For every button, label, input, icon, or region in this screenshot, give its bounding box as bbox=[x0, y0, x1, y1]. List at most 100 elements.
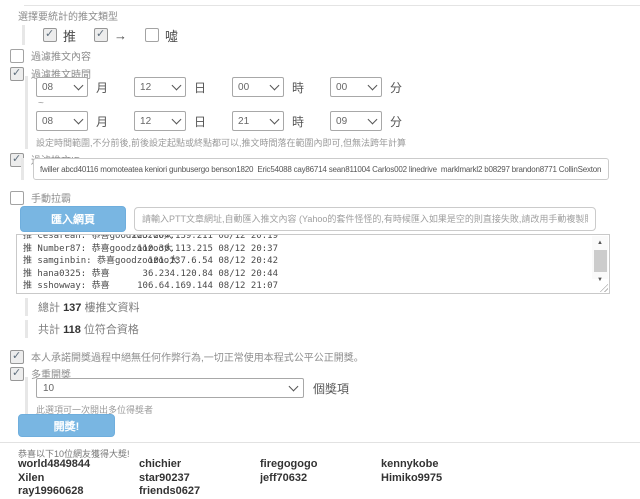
winner-name: firegogogo bbox=[260, 458, 381, 472]
winner-name: Himiko9975 bbox=[381, 472, 502, 486]
winner-name: star90237 bbox=[139, 472, 260, 486]
push-line: 推 Cesarean: 恭喜goodzoozoo大 123.204.139.21… bbox=[23, 234, 587, 243]
push-content-textarea[interactable]: 推 Cesarean: 恭喜goodzoozoo大 123.204.139.21… bbox=[16, 234, 610, 294]
chevron-down-icon bbox=[172, 81, 182, 91]
total-suffix: 樓推文資料 bbox=[84, 302, 139, 314]
prize-count-select[interactable]: 10 bbox=[36, 378, 304, 398]
start-day-value: 12 bbox=[140, 82, 151, 93]
push-line: 推 samginbin: 恭喜goodzoozoo大 101.137.6.54 … bbox=[23, 255, 587, 268]
time-end-row: 08 月 12 日 21 時 09 分 bbox=[36, 110, 516, 132]
pledge-label: 本人承諾開獎過程中絕無任何作弊行為,一切正常使用本程式公平公正開獎。 bbox=[31, 349, 364, 364]
top-divider bbox=[24, 5, 640, 6]
chevron-down-icon bbox=[74, 81, 84, 91]
multi-draw-block: 10 個獎項 此選項可一次開出多位得獎者 bbox=[25, 377, 456, 416]
push-type-section-title: 選擇要統計的推文類型 bbox=[18, 8, 118, 23]
arrow-checkbox[interactable] bbox=[94, 28, 108, 42]
chevron-down-icon bbox=[368, 115, 378, 125]
winner-name: kennykobe bbox=[381, 458, 502, 472]
import-webpage-button[interactable]: 匯入網頁 bbox=[20, 206, 126, 232]
chevron-down-icon bbox=[368, 81, 378, 91]
boo-checkbox[interactable] bbox=[145, 28, 159, 42]
push-line: 推 sshowway: 恭喜 106.64.169.144 08/12 21:0… bbox=[23, 280, 587, 293]
end-day-value: 12 bbox=[140, 116, 151, 127]
push-type-option: 噓 bbox=[145, 26, 178, 45]
time-start-row: 08 月 12 日 00 時 00 分 bbox=[36, 76, 516, 98]
pledge-row: 本人承諾開獎過程中絕無任何作弊行為,一切正常使用本程式公平公正開獎。 bbox=[10, 349, 364, 364]
chevron-down-icon bbox=[172, 115, 182, 125]
push-line-meta: 101.137.6.54 08/12 20:42 bbox=[23, 255, 278, 268]
end-minute-value: 09 bbox=[336, 116, 347, 127]
import-row: 匯入網頁 bbox=[20, 206, 596, 232]
winner-name: ray19960628 bbox=[18, 485, 139, 499]
push-line-meta: 110.30.113.215 08/12 20:37 bbox=[23, 243, 278, 256]
manual-slot-row: 手動拉霸 bbox=[10, 190, 71, 205]
start-month-value: 08 bbox=[42, 82, 53, 93]
push-line-meta: 123.204.139.211 08/12 20:19 bbox=[23, 234, 278, 243]
chevron-down-icon bbox=[270, 115, 280, 125]
push-checkbox[interactable] bbox=[43, 28, 57, 42]
scrollbar-down-arrow-icon[interactable]: ▼ bbox=[594, 275, 606, 286]
push-line: 推 Number87: 恭喜goodzoozoo大 110.30.113.215… bbox=[23, 243, 587, 256]
id-filter-block bbox=[21, 158, 609, 180]
end-month-select[interactable]: 08 bbox=[36, 111, 88, 131]
arrow-checkbox-label: → bbox=[114, 28, 127, 43]
push-lines: 推 Cesarean: 恭喜goodzoozoo大 123.204.139.21… bbox=[23, 234, 587, 293]
manual-slot-checkbox[interactable] bbox=[10, 191, 24, 205]
qualified-count: 118 bbox=[63, 324, 81, 336]
day-unit-label: 日 bbox=[194, 113, 206, 130]
filter-time-checkbox[interactable] bbox=[10, 67, 24, 81]
push-type-option: → bbox=[94, 28, 127, 43]
draw-button[interactable]: 開獎! bbox=[18, 414, 115, 437]
winner-name: world4849844 bbox=[18, 458, 139, 472]
month-unit-label: 月 bbox=[96, 113, 108, 130]
start-month-select[interactable]: 08 bbox=[36, 77, 88, 97]
start-hour-value: 00 bbox=[238, 82, 249, 93]
push-line-meta: 106.64.169.144 08/12 21:07 bbox=[23, 280, 278, 293]
day-unit-label: 日 bbox=[194, 79, 206, 96]
ptt-url-input[interactable] bbox=[134, 207, 596, 231]
prize-count-unit-label: 個獎項 bbox=[313, 380, 349, 397]
end-month-value: 08 bbox=[42, 116, 53, 127]
start-hour-select[interactable]: 00 bbox=[232, 77, 284, 97]
hour-unit-label: 時 bbox=[292, 113, 304, 130]
id-filter-input[interactable] bbox=[33, 158, 609, 180]
qualified-count-line: 共計 118 位符合資格 bbox=[25, 320, 139, 338]
multi-draw-checkbox[interactable] bbox=[10, 367, 24, 381]
push-line-meta: 36.234.120.84 08/12 20:44 bbox=[23, 268, 278, 281]
time-range-tilde: ~ bbox=[38, 98, 516, 110]
hour-unit-label: 時 bbox=[292, 79, 304, 96]
scrollbar-up-arrow-icon[interactable]: ▲ bbox=[594, 238, 606, 249]
month-unit-label: 月 bbox=[96, 79, 108, 96]
manual-slot-label: 手動拉霸 bbox=[31, 190, 71, 205]
total-prefix: 總計 bbox=[38, 302, 60, 314]
push-type-options-row: 推 → 噓 bbox=[22, 25, 196, 45]
end-day-select[interactable]: 12 bbox=[134, 111, 186, 131]
push-type-option: 推 bbox=[43, 26, 76, 45]
minute-unit-label: 分 bbox=[390, 79, 402, 96]
prize-count-value: 10 bbox=[43, 383, 54, 394]
push-checkbox-label: 推 bbox=[63, 26, 76, 45]
end-minute-select[interactable]: 09 bbox=[330, 111, 382, 131]
start-minute-value: 00 bbox=[336, 82, 347, 93]
scrollbar-thumb[interactable] bbox=[594, 250, 607, 272]
pledge-checkbox[interactable] bbox=[10, 350, 24, 364]
winner-list: world4849844 chichier firegogogo kennyko… bbox=[18, 458, 558, 499]
winner-name: friends0627 bbox=[139, 485, 260, 499]
time-range-hint: 設定時間範圍,不分前後,前後設定起點或終點都可以,推文時間落在範圍內即可,但無法… bbox=[36, 136, 516, 149]
chevron-down-icon bbox=[289, 382, 299, 392]
start-day-select[interactable]: 12 bbox=[134, 77, 186, 97]
boo-checkbox-label: 噓 bbox=[165, 26, 178, 45]
filter-content-checkbox[interactable] bbox=[10, 49, 24, 63]
start-minute-select[interactable]: 00 bbox=[330, 77, 382, 97]
qualified-suffix: 位符合資格 bbox=[84, 324, 139, 336]
result-divider bbox=[0, 442, 640, 443]
filter-content-label: 過濾推文內容 bbox=[31, 48, 91, 63]
chevron-down-icon bbox=[74, 115, 84, 125]
push-line: 推 hana0325: 恭喜 36.234.120.84 08/12 20:44 bbox=[23, 268, 587, 281]
winner-name: Xilen bbox=[18, 472, 139, 486]
end-hour-select[interactable]: 21 bbox=[232, 111, 284, 131]
filter-content-row: 過濾推文內容 bbox=[10, 48, 91, 63]
total-pushes-line: 總計 137 樓推文資料 bbox=[25, 298, 139, 316]
prize-count-row: 10 個獎項 bbox=[36, 377, 456, 399]
total-count: 137 bbox=[63, 302, 81, 314]
